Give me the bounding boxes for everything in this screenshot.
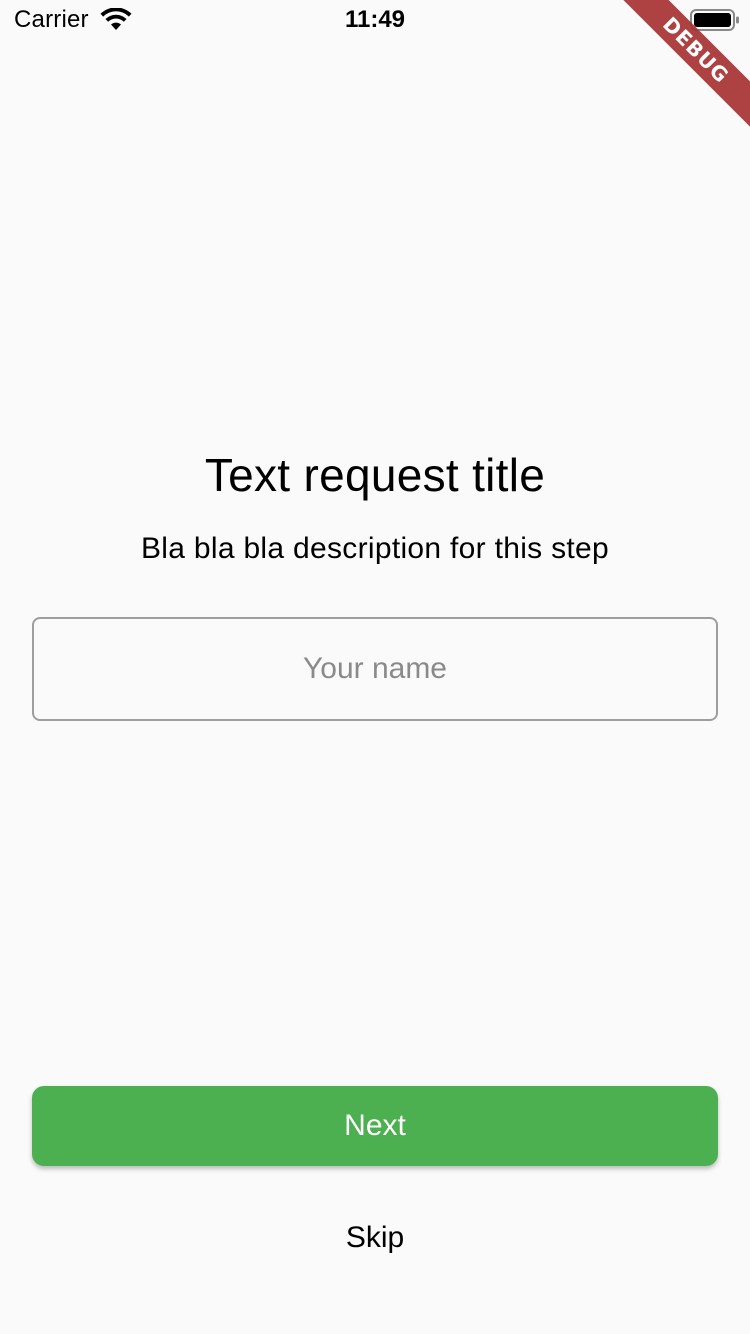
- status-bar: Carrier 11:49: [0, 0, 750, 40]
- page-title: Text request title: [204, 449, 546, 501]
- clock-time: 11:49: [344, 6, 406, 33]
- step-description: Bla bla bla description for this step: [140, 532, 609, 565]
- next-button[interactable]: Next: [32, 1086, 718, 1166]
- name-input[interactable]: [32, 617, 718, 721]
- skip-button[interactable]: Skip: [275, 1206, 475, 1270]
- battery-icon: [690, 9, 739, 31]
